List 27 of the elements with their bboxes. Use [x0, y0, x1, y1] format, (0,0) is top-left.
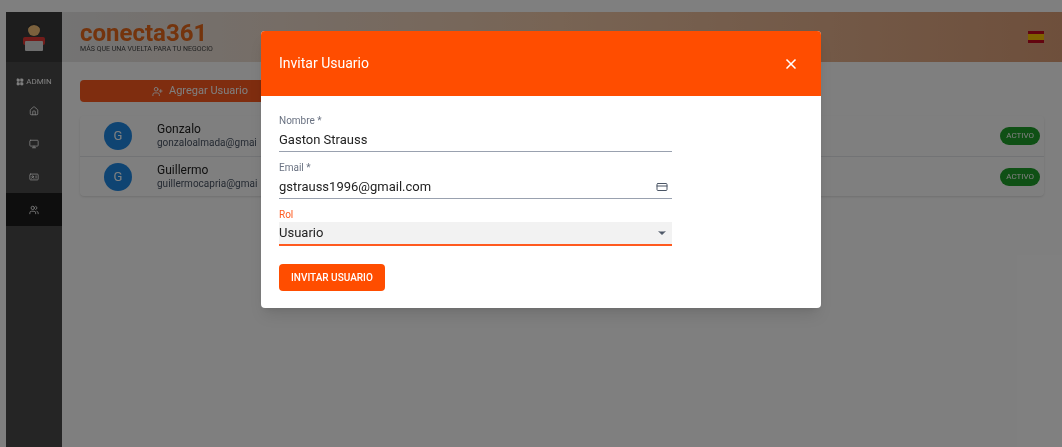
grid-icon: [16, 78, 25, 86]
field-label: Nombre *: [279, 114, 323, 128]
users-icon: [29, 204, 39, 215]
dialog-title: Invitar Usuario: [279, 54, 369, 73]
role-select[interactable]: Usuario: [279, 222, 672, 246]
field-label: Email *: [279, 161, 312, 175]
logo: conecta361: [80, 21, 208, 45]
status-badge: ACTIVO: [1000, 127, 1040, 145]
input-field[interactable]: gstrauss1996@gmail.com: [279, 175, 672, 199]
monitor-icon: [29, 138, 39, 149]
user-email: guillermocapria@gmai: [157, 176, 258, 191]
avatar-icon: [21, 22, 47, 52]
input-field[interactable]: Gaston Strauss: [279, 128, 672, 152]
avatar: G: [104, 122, 132, 150]
spain-flag-icon: [1028, 31, 1044, 43]
id-card-icon: [29, 171, 39, 182]
sidebar-item[interactable]: [6, 193, 62, 226]
field-label: Rol: [279, 208, 295, 222]
add-user-icon: [152, 85, 163, 97]
avatar: G: [104, 162, 132, 191]
card-icon: [656, 180, 668, 193]
user-name: Guillermo: [157, 162, 209, 177]
user-email: gonzaloalmada@gmai: [157, 136, 257, 150]
user-name: Gonzalo: [157, 122, 201, 136]
home-icon: [29, 105, 39, 116]
status-badge: ACTIVO: [1000, 167, 1040, 186]
section-label: ADMIN: [26, 76, 52, 88]
